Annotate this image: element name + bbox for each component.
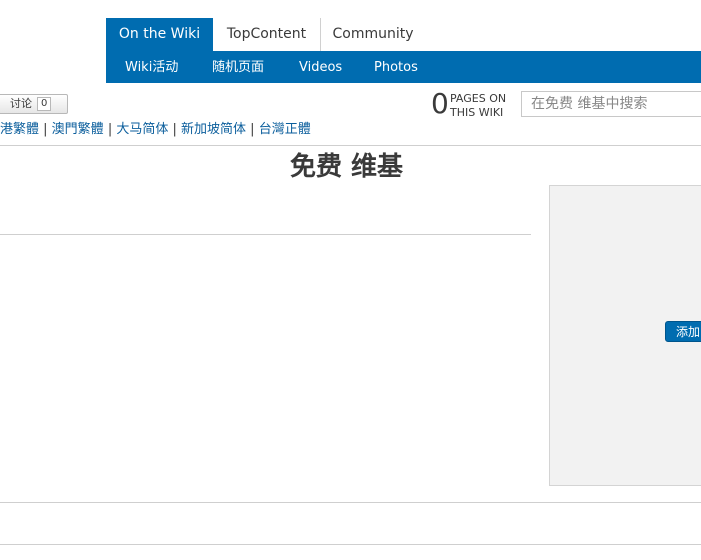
discuss-label: 讨论: [10, 97, 32, 110]
subnav-item-wiki-activity[interactable]: Wiki活动: [125, 51, 178, 83]
separator: |: [250, 122, 259, 137]
subnav-item-photos[interactable]: Photos: [374, 51, 418, 83]
subnav-item-random-page[interactable]: 随机页面: [212, 51, 264, 83]
search-input[interactable]: [521, 91, 701, 117]
add-button[interactable]: 添加: [665, 321, 701, 342]
separator: |: [172, 122, 182, 137]
content-divider: [0, 234, 531, 235]
tab-community[interactable]: Community: [321, 18, 425, 51]
subnav-bar: Wiki活动 随机页面 Videos Photos: [106, 51, 701, 83]
header-divider: [0, 145, 701, 146]
pages-label-line1: PAGES ON: [450, 92, 507, 105]
variant-link-hk[interactable]: 港繁體: [0, 122, 39, 137]
language-variants: 港繁體 | 澳門繁體 | 大马简体 | 新加坡简体 | 台灣正體: [0, 122, 311, 138]
tab-topcontent[interactable]: TopContent: [213, 18, 321, 51]
pages-label: PAGES ON THIS WIKI: [450, 92, 520, 120]
page-title: 免费 维基: [289, 152, 404, 182]
variant-link-sg[interactable]: 新加坡简体: [181, 122, 246, 137]
separator: |: [43, 122, 52, 137]
tab-on-the-wiki[interactable]: On the Wiki: [106, 18, 213, 51]
discuss-button[interactable]: 讨论 0: [0, 94, 68, 114]
variant-link-mo[interactable]: 澳門繁體: [52, 122, 104, 137]
footer-divider-bottom: [0, 544, 701, 545]
pages-label-line2: THIS WIKI: [450, 106, 504, 119]
variant-link-tw[interactable]: 台灣正體: [259, 122, 311, 137]
discuss-count-badge: 0: [37, 97, 52, 111]
variant-link-my[interactable]: 大马简体: [116, 122, 168, 137]
subnav-item-videos[interactable]: Videos: [299, 51, 342, 83]
pages-count: 0: [431, 87, 449, 120]
footer-divider: [0, 502, 701, 503]
